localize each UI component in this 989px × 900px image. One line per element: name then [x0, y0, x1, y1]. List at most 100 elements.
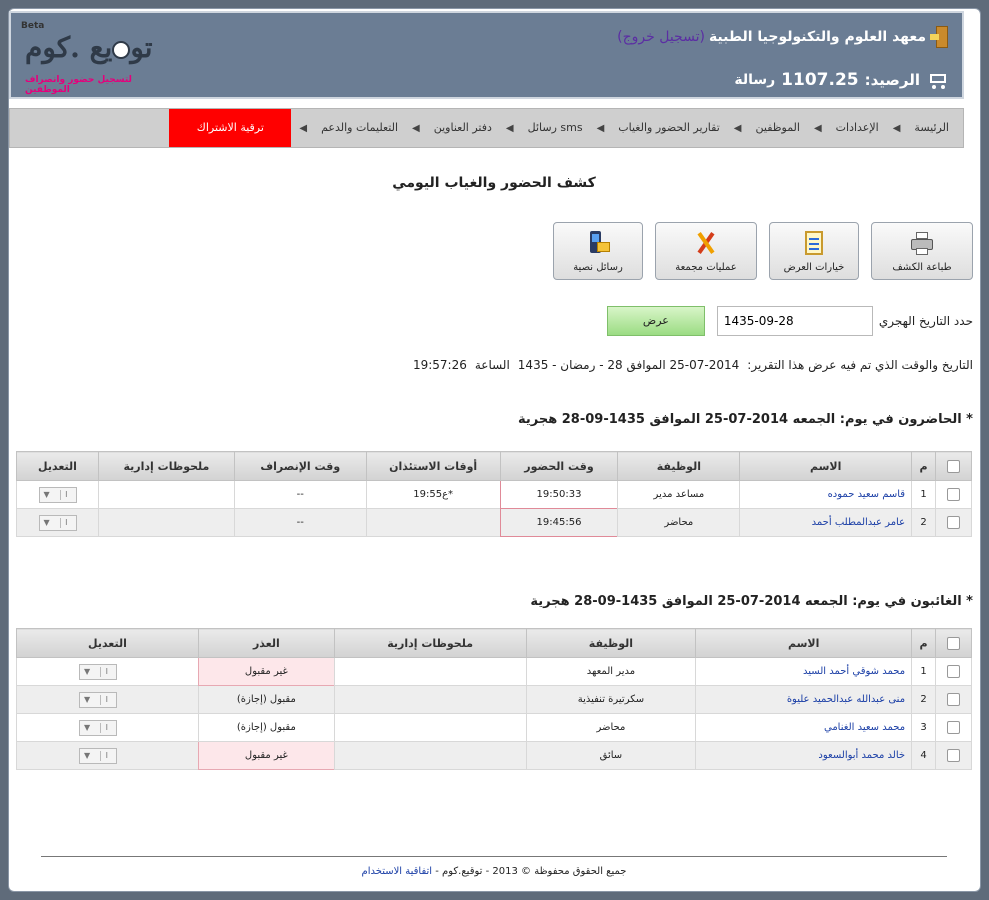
edit-dropdown[interactable]: ▼ I — [79, 747, 117, 764]
terms-link[interactable]: اتفاقية الاستخدام — [362, 866, 433, 877]
employee-name-link[interactable]: محمد سعيد الغنامي — [695, 713, 913, 742]
notes-cell — [333, 713, 527, 742]
date-filter: حدد التاريخ الهجري عرض — [606, 306, 973, 336]
list-icon — [801, 230, 827, 256]
employee-name-link[interactable]: محمد شوقي أحمد السيد — [695, 657, 913, 686]
job-cell: سائق — [525, 741, 697, 770]
display-options-button[interactable]: خيارات العرض — [769, 222, 859, 280]
footer-divider — [41, 856, 947, 857]
edit-dropdown[interactable]: ▼ I — [38, 514, 77, 531]
arrive-time-cell: 19:45:56 — [499, 508, 619, 537]
col-header: أوقات الاستئذان — [365, 451, 501, 481]
table-row: 1 محمد شوقي أحمد السيد مدير المعهد غير م… — [16, 657, 972, 686]
table-row: 2 عامر عبدالمطلب أحمد محاضر 19:45:56 -- … — [16, 508, 972, 537]
col-header: وقت الإنصراف — [233, 451, 367, 481]
logo[interactable]: Beta تو يع .كوم لتسجيل حضور وانصراف الموظ… — [15, 17, 175, 95]
institution-row: معهد العلوم والتكنولوجيا الطبية (تسجيل خ… — [617, 26, 948, 48]
row-number: 3 — [911, 713, 937, 742]
nav-arrow-icon: ◀ — [733, 122, 742, 134]
hijri-date-input[interactable] — [716, 306, 873, 336]
employee-name-link[interactable]: خالد محمد أبوالسعود — [695, 741, 913, 770]
notes-cell — [98, 508, 235, 537]
logo-tagline: لتسجيل حضور وانصراف الموظفين — [25, 75, 132, 95]
report-time-date: 2014-07-25 الموافق 28 - رمضان - 1435 — [517, 358, 740, 372]
bulk-operations-button[interactable]: عمليات مجمعة — [655, 222, 757, 280]
employee-name-link[interactable]: منى عبدالله عبدالحميد عليوة — [695, 685, 913, 714]
row-checkbox[interactable] — [947, 516, 961, 529]
job-cell: سكرتيرة تنفيذية — [525, 685, 697, 714]
row-number: 4 — [911, 741, 937, 770]
employee-name-link[interactable]: قاسم سعيد حموده — [739, 480, 913, 509]
nav-help[interactable]: التعليمات والدعم — [307, 108, 412, 148]
logo-brand-part2: يع .كوم — [25, 31, 113, 64]
col-header: وقت الحضور — [499, 451, 619, 481]
report-time-time-label: الساعة — [474, 358, 510, 372]
leave-time-cell: -- — [233, 480, 367, 509]
report-time-value: 19:57:26 — [412, 358, 467, 372]
balance-value: 1107.25 — [781, 70, 859, 90]
col-header: الاسم — [695, 628, 913, 658]
print-button[interactable]: طباعة الكشف — [871, 222, 973, 280]
institution-name: معهد العلوم والتكنولوجيا الطبية — [708, 29, 926, 45]
notes-cell — [98, 480, 235, 509]
edit-dropdown[interactable]: ▼ I — [79, 691, 117, 708]
tools-icon — [693, 230, 719, 256]
print-label: طباعة الكشف — [892, 262, 952, 273]
present-title: * الحاضرون في يوم: الجمعه 2014-07-25 الم… — [517, 412, 973, 427]
row-checkbox[interactable] — [947, 665, 961, 678]
cart-icon[interactable] — [926, 71, 948, 89]
logout-link[interactable]: (تسجيل خروج) — [617, 29, 705, 45]
table-header-row: م الاسم الوظيفة ملحوظات إدارية العذر الت… — [16, 628, 972, 658]
excuse-cell: مقبول (إجازة) — [197, 685, 335, 714]
nav-settings[interactable]: الإعدادات — [822, 108, 893, 148]
nav-address-book[interactable]: دفتر العناوين — [420, 108, 506, 148]
toolbar: طباعة الكشف خيارات العرض عمليات مجمعة رس… — [553, 222, 973, 280]
leave-time-cell: -- — [233, 508, 367, 537]
col-header: ملحوظات إدارية — [333, 628, 527, 658]
col-header: الوظيفة — [525, 628, 697, 658]
row-number: 2 — [911, 685, 937, 714]
absent-table: م الاسم الوظيفة ملحوظات إدارية العذر الت… — [16, 628, 972, 770]
sms-label: رسائل نصية — [573, 262, 623, 273]
col-header: ملحوظات إدارية — [98, 451, 235, 481]
edit-dropdown[interactable]: ▼ I — [79, 663, 117, 680]
col-header: العذر — [197, 628, 335, 658]
edit-dropdown[interactable]: ▼ I — [79, 719, 117, 736]
row-checkbox[interactable] — [947, 693, 961, 706]
excuse-cell: مقبول (إجازة) — [197, 713, 335, 742]
nav-arrow-icon: ◀ — [813, 122, 822, 134]
report-time-label: التاريخ والوقت الذي تم فيه عرض هذا التقر… — [747, 358, 973, 372]
row-checkbox[interactable] — [947, 488, 961, 501]
employee-name-link[interactable]: عامر عبدالمطلب أحمد — [739, 508, 913, 537]
permission-cell — [365, 508, 501, 537]
logo-brand-part1: تو — [130, 31, 153, 64]
nav-arrow-icon: ◀ — [505, 122, 514, 134]
sms-button[interactable]: رسائل نصية — [553, 222, 643, 280]
permission-cell: *ع19:55 — [365, 480, 501, 509]
upgrade-button[interactable]: ترقية الاشتراك — [169, 109, 292, 147]
show-button[interactable]: عرض — [606, 306, 705, 336]
select-all-checkbox[interactable] — [947, 636, 961, 650]
nav-employees[interactable]: الموظفين — [742, 108, 814, 148]
nav-home[interactable]: الرئيسة — [900, 108, 963, 148]
col-header: الوظيفة — [617, 451, 741, 481]
nav-arrow-icon: ◀ — [412, 122, 420, 134]
balance-label: الرصيد: — [864, 71, 920, 89]
col-header: الاسم — [739, 451, 913, 481]
col-header: التعديل — [16, 451, 99, 481]
footer: جميع الحقوق محفوظة © 2013 - توقيع.كوم - … — [0, 866, 988, 877]
select-all-checkbox[interactable] — [947, 459, 961, 473]
edit-dropdown[interactable]: ▼ I — [38, 486, 77, 503]
row-checkbox[interactable] — [947, 721, 961, 734]
copyright-text: جميع الحقوق محفوظة © 2013 - توقيع.كوم - — [435, 866, 627, 877]
nav-sms[interactable]: رسائل sms — [514, 108, 597, 148]
row-checkbox[interactable] — [947, 749, 961, 762]
bulk-operations-label: عمليات مجمعة — [675, 262, 737, 273]
col-header: م — [911, 628, 937, 658]
clock-icon — [112, 40, 131, 59]
col-header: م — [911, 451, 937, 481]
nav-attendance-reports[interactable]: تقارير الحضور والغياب — [604, 108, 734, 148]
job-cell: محاضر — [525, 713, 697, 742]
table-header-row: م الاسم الوظيفة وقت الحضور أوقات الاستئذ… — [16, 451, 972, 481]
logout-door-icon[interactable] — [930, 26, 948, 48]
